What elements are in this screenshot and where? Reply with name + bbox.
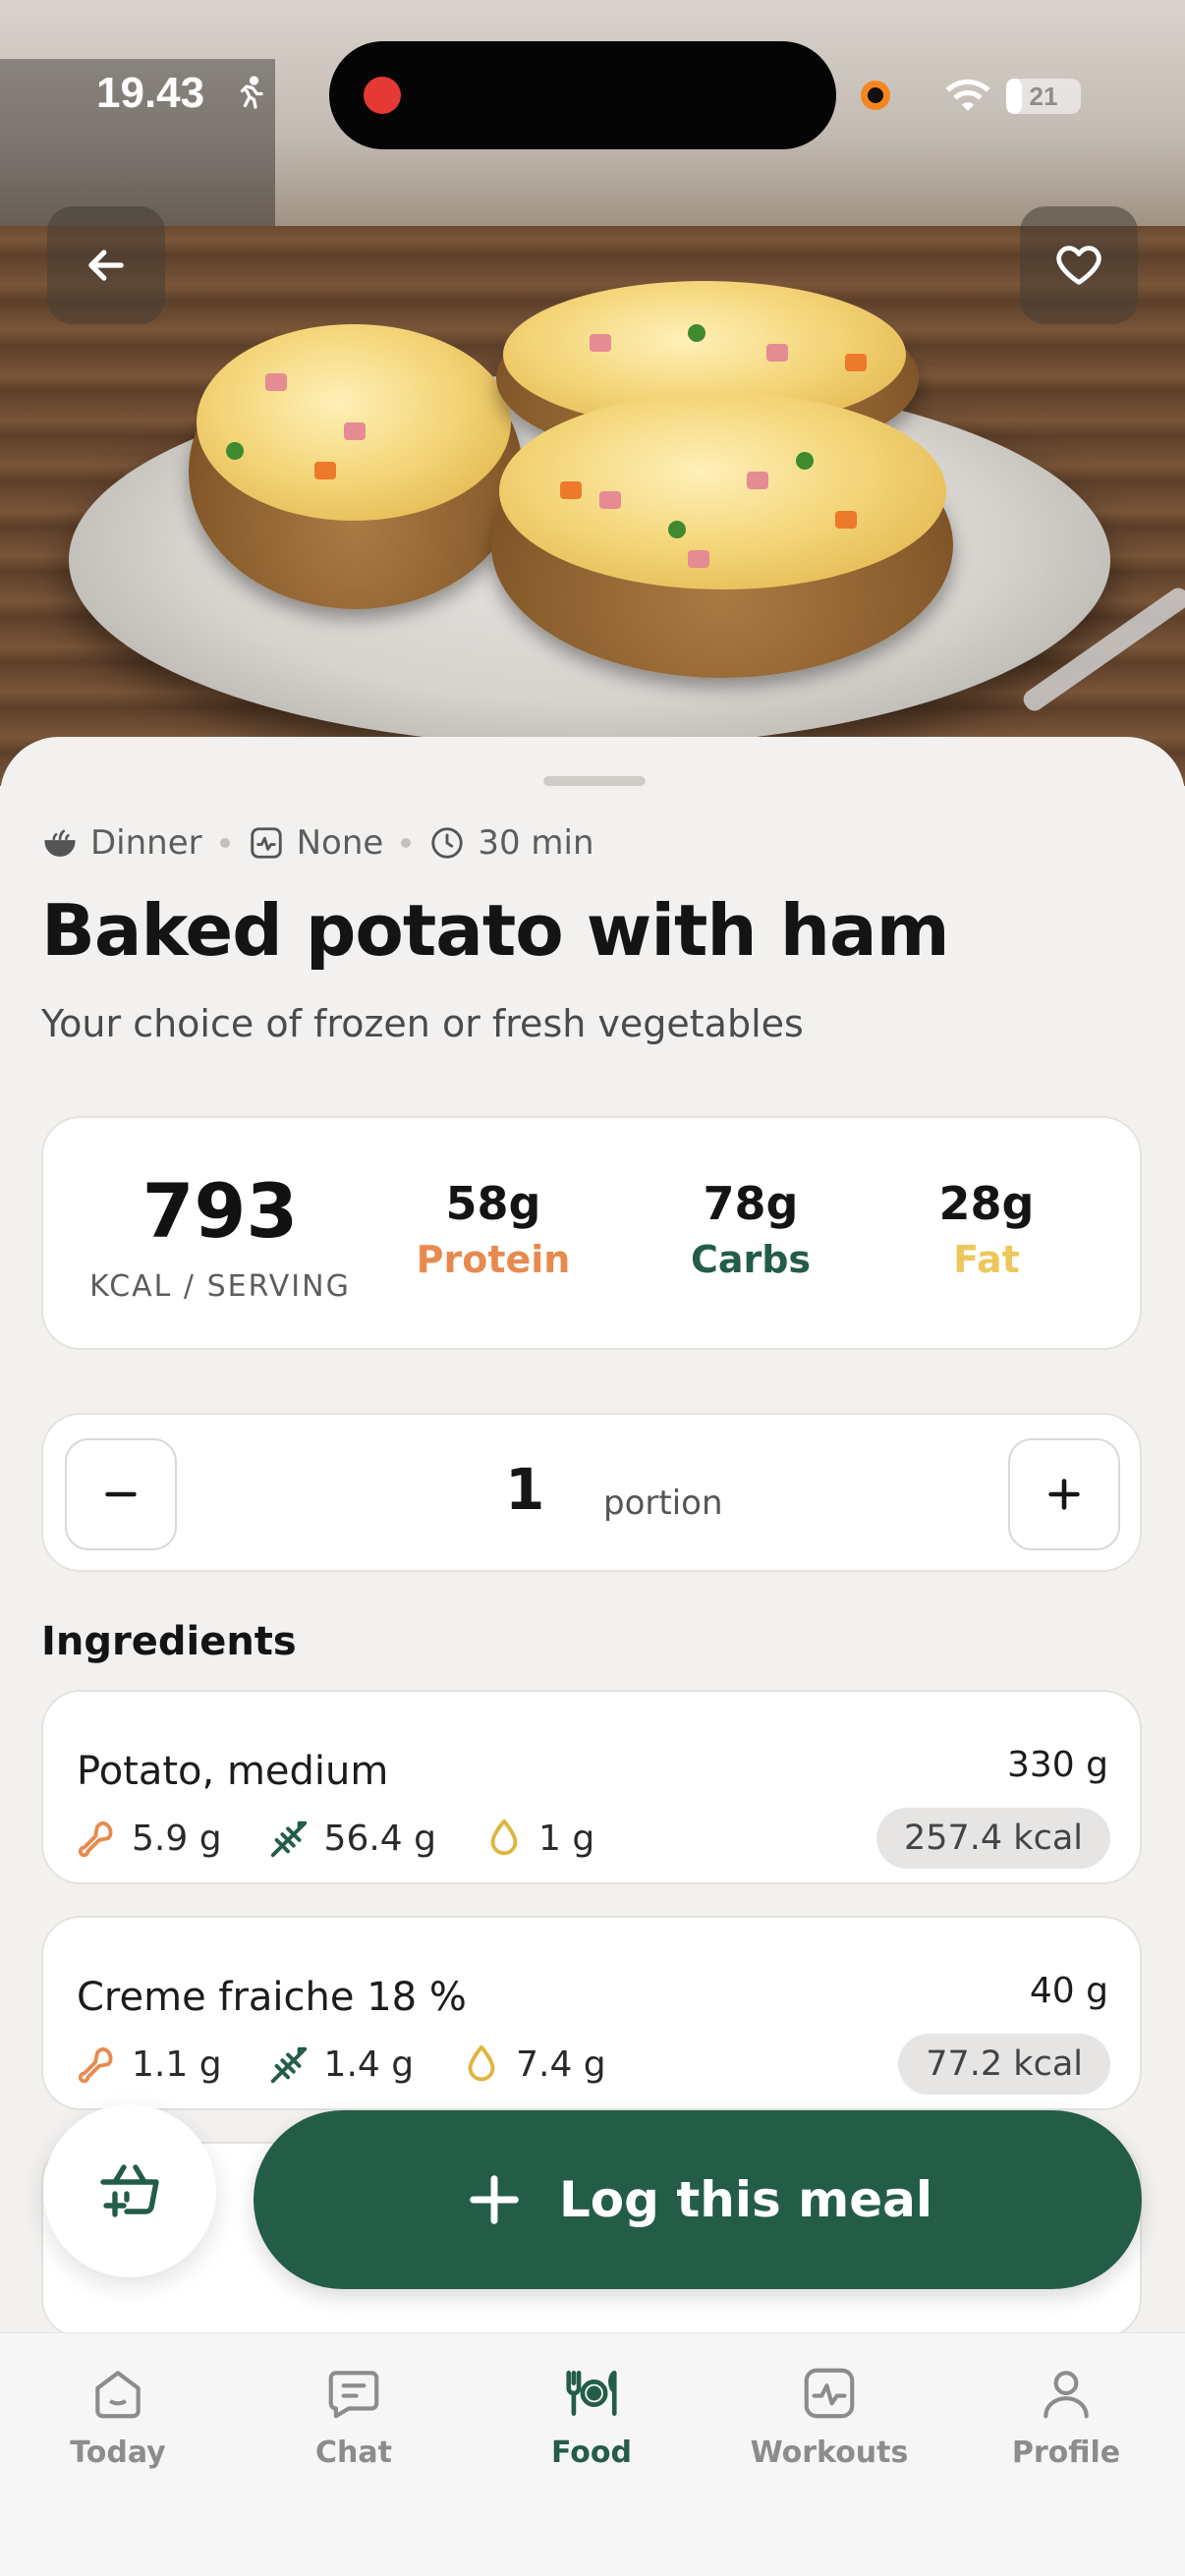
portion-label: portion	[603, 1484, 723, 1523]
recording-indicator-icon	[364, 77, 401, 114]
tab-label: Today	[70, 2436, 166, 2470]
carbs-macro: 78g Carbs	[652, 1177, 849, 1281]
tab-workouts[interactable]: Workouts	[731, 2363, 928, 2470]
heart-icon	[1056, 246, 1101, 285]
favorite-button[interactable]	[1020, 206, 1138, 324]
ingredient-row[interactable]: Potato, medium 330 g 5.9 g 56.4 g 1 g 25…	[41, 1690, 1142, 1884]
add-to-shopping-list-button[interactable]	[43, 2104, 216, 2277]
arrow-left-icon	[88, 250, 124, 281]
ingredient-fat: 7.4 g	[516, 2044, 606, 2085]
wheat-icon	[270, 2046, 307, 2084]
tab-chat[interactable]: Chat	[255, 2363, 452, 2470]
home-icon	[95, 2371, 141, 2419]
portion-stepper: 1 portion	[41, 1413, 1142, 1572]
dynamic-island	[329, 41, 836, 149]
tab-today[interactable]: Today	[20, 2363, 216, 2470]
kcal-label: KCAL / SERVING	[89, 1269, 351, 1304]
wheat-icon	[270, 1820, 307, 1858]
workouts-icon	[804, 2368, 855, 2419]
ingredient-kcal-badge: 257.4 kcal	[875, 1808, 1110, 1869]
protein-label: Protein	[416, 1238, 571, 1281]
ingredient-kcal-badge: 77.2 kcal	[898, 2034, 1110, 2095]
back-button[interactable]	[47, 206, 165, 324]
microphone-indicator-icon	[861, 81, 890, 110]
protein-value: 58g	[445, 1177, 541, 1230]
running-icon	[240, 76, 263, 109]
fat-drop-icon	[468, 2044, 495, 2082]
recipe-subtitle: Your choice of frozen or fresh vegetable…	[41, 1002, 804, 1045]
ingredient-name: Creme fraiche 18 %	[77, 1975, 467, 2020]
kcal-value: 793	[141, 1167, 299, 1255]
fat-drop-icon	[490, 1819, 518, 1856]
tab-label: Chat	[315, 2436, 392, 2470]
protein-macro: 58g Protein	[395, 1177, 592, 1281]
status-time: 19.43	[96, 69, 205, 117]
nutrition-summary-card: 793 KCAL / SERVING 58g Protein 78g Carbs…	[41, 1116, 1142, 1350]
ingredients-heading: Ingredients	[41, 1619, 297, 1664]
battery-icon: 21	[1006, 79, 1081, 114]
plus-icon	[1048, 1479, 1080, 1510]
ingredient-protein: 1.1 g	[132, 2044, 222, 2085]
protein-icon	[78, 2046, 113, 2084]
tab-label: Food	[551, 2436, 632, 2470]
bottom-tab-bar: Today Chat Food Workouts Profile	[0, 2332, 1185, 2576]
increase-portion-button[interactable]	[1008, 1438, 1120, 1550]
carbs-label: Carbs	[690, 1238, 812, 1281]
ingredient-carbs: 1.4 g	[323, 2044, 415, 2085]
profile-icon	[1044, 2371, 1089, 2419]
fat-label: Fat	[953, 1238, 1020, 1281]
wifi-icon	[945, 79, 990, 111]
tab-food[interactable]: Food	[493, 2363, 690, 2470]
ingredient-protein: 5.9 g	[132, 1818, 222, 1859]
recipe-title: Baked potato with ham	[41, 889, 950, 972]
ingredient-weight: 330 g	[1006, 1745, 1108, 1785]
plus-icon	[470, 2175, 519, 2224]
tab-label: Workouts	[750, 2436, 909, 2470]
tab-profile[interactable]: Profile	[968, 2363, 1164, 2470]
basket-plus-icon	[100, 2164, 159, 2217]
fat-macro: 28g Fat	[888, 1177, 1085, 1281]
fat-value: 28g	[938, 1177, 1035, 1230]
prep-time: 30 min	[478, 823, 594, 863]
food-icon	[566, 2371, 617, 2416]
meal-type: Dinner	[90, 823, 202, 863]
recipe-meta: Dinner None 30 min	[41, 821, 594, 865]
tab-label: Profile	[1011, 2436, 1121, 2470]
sheet-grabber[interactable]	[543, 776, 646, 786]
protein-icon	[78, 1820, 113, 1858]
log-meal-label: Log this meal	[558, 2171, 933, 2228]
ingredient-row[interactable]: Creme fraiche 18 % 40 g 1.1 g 1.4 g 7.4 …	[41, 1916, 1142, 2110]
ingredient-name: Potato, medium	[77, 1749, 389, 1794]
minus-icon	[105, 1491, 137, 1497]
ingredient-carbs: 56.4 g	[323, 1818, 436, 1859]
chat-icon	[328, 2371, 379, 2419]
decrease-portion-button[interactable]	[65, 1438, 177, 1550]
battery-level: 21	[1029, 82, 1058, 111]
carbs-value: 78g	[703, 1177, 799, 1230]
diet-type: None	[296, 823, 384, 863]
log-meal-button[interactable]: Log this meal	[254, 2110, 1142, 2289]
ingredient-weight: 40 g	[1029, 1971, 1108, 2011]
ingredient-fat: 1 g	[538, 1818, 595, 1859]
clock-icon	[431, 827, 464, 859]
activity-icon	[250, 827, 282, 859]
meal-bowl-icon	[44, 829, 76, 857]
portion-count: 1	[505, 1456, 545, 1523]
